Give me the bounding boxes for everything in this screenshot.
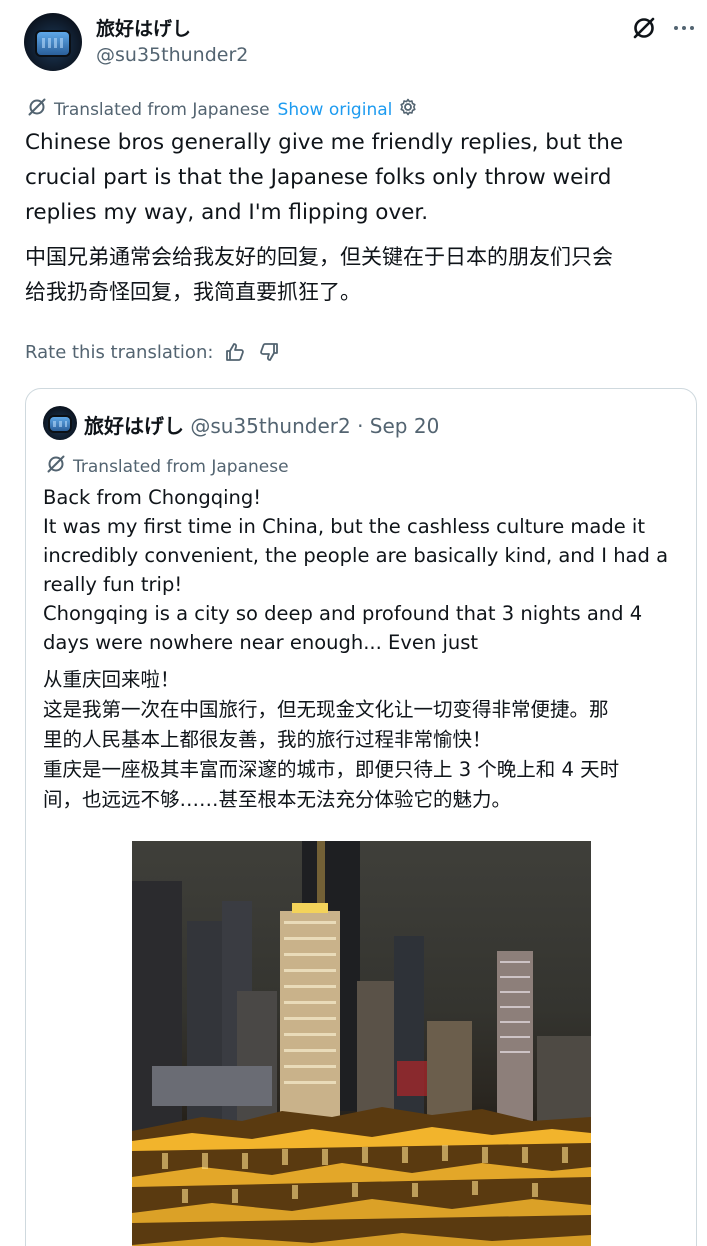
author-avatar[interactable] <box>24 13 82 71</box>
quoted-author-name[interactable]: 旅好はげし <box>84 414 184 438</box>
quoted-translated-from-label: Translated from Japanese <box>73 456 289 477</box>
tweet-text-chinese: 中国兄弟通常会给我友好的回复，但关键在于日本的朋友们只会 给我扔奇怪回复，我简直… <box>25 245 613 304</box>
rate-translation-label: Rate this translation: <box>25 341 214 363</box>
show-original-link[interactable]: Show original <box>278 100 393 120</box>
quoted-author-meta: @su35thunder2 · Sep 20 <box>190 414 440 438</box>
quoted-text-chinese: 从重庆回来啦！ 这是我第一次在中国旅行，但无现金文化让一切变得非常便捷。那 里的… <box>43 668 620 811</box>
quoted-author-avatar[interactable] <box>43 406 77 440</box>
chongqing-night-skyline-photo[interactable] <box>132 841 591 1246</box>
more-options-icon[interactable] <box>670 14 698 42</box>
author-display-name[interactable]: 旅好はげし <box>96 14 191 41</box>
quoted-tweet-header: 旅好はげし @su35thunder2 · Sep 20 <box>84 410 439 439</box>
translated-from-label: Translated from Japanese <box>54 99 270 120</box>
translated-notice: Translated from Japanese Show original <box>26 96 418 123</box>
thumbs-up-icon[interactable] <box>223 340 247 364</box>
rate-translation-row: Rate this translation: <box>25 340 281 364</box>
translate-icon <box>26 96 48 123</box>
thumbs-down-icon[interactable] <box>257 340 281 364</box>
gear-icon[interactable] <box>398 97 418 122</box>
tweet-text-english: Chinese bros generally give me friendly … <box>25 130 624 225</box>
quoted-tweet-card[interactable]: 旅好はげし @su35thunder2 · Sep 20 Translated … <box>25 388 697 1246</box>
author-handle[interactable]: @su35thunder2 <box>96 44 248 66</box>
grok-icon[interactable] <box>630 14 658 42</box>
quoted-translated-notice: Translated from Japanese <box>45 453 289 480</box>
translate-icon <box>45 453 67 480</box>
quoted-text-english: Back from Chongqing! It was my first tim… <box>43 486 669 654</box>
